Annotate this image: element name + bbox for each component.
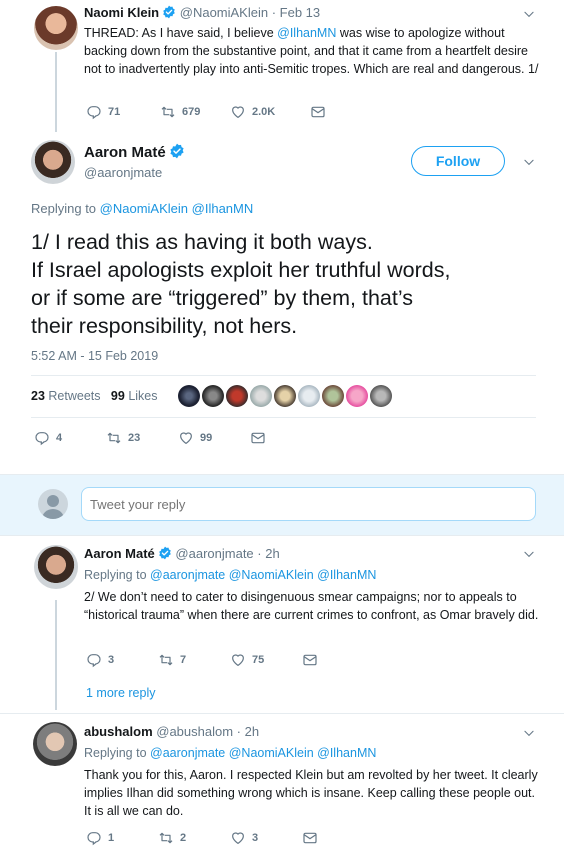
liker-avatar[interactable] bbox=[226, 385, 248, 407]
heart-icon bbox=[230, 104, 246, 120]
like-button[interactable]: 75 bbox=[230, 652, 264, 668]
like-button[interactable]: 99 bbox=[178, 430, 212, 446]
reply-icon bbox=[86, 652, 102, 668]
more-replies-link[interactable]: 1 more reply bbox=[86, 686, 155, 700]
thread-dots bbox=[55, 600, 57, 710]
reply-icon bbox=[86, 830, 102, 846]
envelope-icon bbox=[250, 430, 266, 446]
tweet-time[interactable]: · 2h bbox=[237, 724, 259, 739]
avatar[interactable] bbox=[31, 140, 75, 184]
user-avatar bbox=[38, 489, 68, 519]
author-handle[interactable]: @aaronjmate bbox=[175, 546, 253, 561]
chevron-down-icon[interactable] bbox=[522, 155, 536, 169]
heart-icon bbox=[178, 430, 194, 446]
avatar[interactable] bbox=[33, 722, 77, 766]
liker-avatar[interactable] bbox=[322, 385, 344, 407]
liker-avatar[interactable] bbox=[178, 385, 200, 407]
avatar[interactable] bbox=[34, 545, 78, 589]
tweet-time[interactable]: · 2h bbox=[257, 546, 279, 561]
divider bbox=[31, 375, 536, 376]
tweet-text: THREAD: As I have said, I believe @Ilhan… bbox=[84, 26, 539, 76]
reply-icon bbox=[86, 104, 102, 120]
author-name[interactable]: Aaron Maté bbox=[84, 144, 166, 161]
chevron-down-icon[interactable] bbox=[522, 7, 536, 21]
tweet-stats: 23 Retweets 99 Likes bbox=[31, 389, 158, 403]
tweet-time[interactable]: · Feb 13 bbox=[272, 5, 320, 20]
liker-avatar[interactable] bbox=[274, 385, 296, 407]
envelope-icon bbox=[310, 104, 326, 120]
author-handle[interactable]: @aaronjmate bbox=[84, 165, 185, 180]
liker-avatar[interactable] bbox=[370, 385, 392, 407]
default-user-icon bbox=[42, 495, 64, 519]
retweet-icon bbox=[158, 830, 174, 846]
reply-input[interactable] bbox=[81, 487, 536, 521]
mention-link[interactable]: @aaronjmate @NaomiAKlein @IlhanMN bbox=[150, 568, 376, 582]
retweet-button[interactable]: 7 bbox=[158, 652, 186, 668]
mention-link[interactable]: @NaomiAKlein bbox=[100, 201, 188, 216]
retweet-button[interactable]: 679 bbox=[160, 104, 200, 120]
mention-link[interactable]: @IlhanMN bbox=[277, 26, 336, 40]
verified-icon bbox=[169, 143, 185, 159]
verified-icon bbox=[162, 5, 176, 19]
retweet-button[interactable]: 23 bbox=[106, 430, 140, 446]
retweet-icon bbox=[106, 430, 122, 446]
retweet-icon bbox=[160, 104, 176, 120]
like-stat[interactable]: 99 Likes bbox=[111, 389, 158, 403]
verified-icon bbox=[158, 546, 172, 560]
envelope-icon bbox=[302, 652, 318, 668]
divider bbox=[0, 713, 564, 714]
mention-link[interactable]: @aaronjmate @NaomiAKlein @IlhanMN bbox=[150, 746, 376, 760]
retweet-icon bbox=[158, 652, 174, 668]
reply-button[interactable]: 3 bbox=[86, 652, 114, 668]
tweet-header: Aaron Maté @aaronjmate bbox=[84, 143, 185, 180]
tweet-timestamp[interactable]: 5:52 AM - 15 Feb 2019 bbox=[31, 349, 158, 363]
liker-avatar[interactable] bbox=[202, 385, 224, 407]
chevron-down-icon[interactable] bbox=[522, 547, 536, 561]
reply-icon bbox=[34, 430, 50, 446]
heart-icon bbox=[230, 830, 246, 846]
liker-avatar[interactable] bbox=[346, 385, 368, 407]
reply-button[interactable]: 4 bbox=[34, 430, 62, 446]
retweet-stat[interactable]: 23 Retweets bbox=[31, 389, 101, 403]
like-button[interactable]: 3 bbox=[230, 830, 258, 846]
author-handle[interactable]: @NaomiAKlein bbox=[180, 5, 268, 20]
replying-to: Replying to @aaronjmate @NaomiAKlein @Il… bbox=[84, 746, 377, 760]
follow-button[interactable]: Follow bbox=[411, 146, 505, 176]
likers-avatars bbox=[178, 385, 392, 407]
replying-to: Replying to @NaomiAKlein @IlhanMN bbox=[31, 201, 254, 216]
chevron-down-icon[interactable] bbox=[522, 726, 536, 740]
divider bbox=[31, 417, 536, 418]
liker-avatar[interactable] bbox=[250, 385, 272, 407]
author-handle[interactable]: @abushalom bbox=[156, 724, 233, 739]
tweet-header: Aaron Maté @aaronjmate · 2h bbox=[84, 546, 280, 561]
tweet-header: Naomi Klein @NaomiAKlein · Feb 13 bbox=[84, 5, 320, 20]
dm-button[interactable] bbox=[302, 652, 324, 668]
author-name[interactable]: abushalom bbox=[84, 724, 153, 739]
liker-avatar[interactable] bbox=[298, 385, 320, 407]
like-button[interactable]: 2.0K bbox=[230, 104, 275, 120]
author-name[interactable]: Aaron Maté bbox=[84, 546, 155, 561]
heart-icon bbox=[230, 652, 246, 668]
tweet-text: 2/ We don’t need to cater to disingenuou… bbox=[84, 590, 539, 622]
retweet-button[interactable]: 2 bbox=[158, 830, 186, 846]
mention-link[interactable]: @IlhanMN bbox=[192, 201, 254, 216]
tweet-text: Thank you for this, Aaron. I respected K… bbox=[84, 768, 538, 818]
thread-line bbox=[55, 52, 57, 132]
replying-to: Replying to @aaronjmate @NaomiAKlein @Il… bbox=[84, 568, 377, 582]
avatar[interactable] bbox=[34, 6, 78, 50]
author-name[interactable]: Naomi Klein bbox=[84, 5, 159, 20]
dm-button[interactable] bbox=[310, 104, 332, 120]
reply-button[interactable]: 1 bbox=[86, 830, 114, 846]
envelope-icon bbox=[302, 830, 318, 846]
reply-button[interactable]: 71 bbox=[86, 104, 120, 120]
tweet-header: abushalom @abushalom · 2h bbox=[84, 724, 259, 739]
tweet-text: 1/ I read this as having it both ways. I… bbox=[31, 230, 451, 338]
dm-button[interactable] bbox=[250, 430, 272, 446]
dm-button[interactable] bbox=[302, 830, 324, 846]
